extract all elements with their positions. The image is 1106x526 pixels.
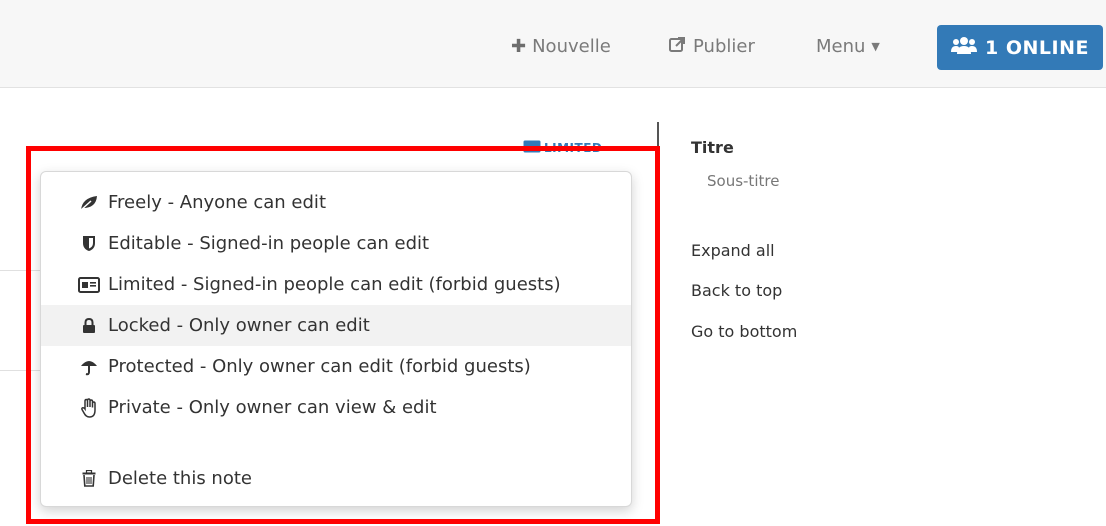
permission-item-label: Editable - Signed-in people can edit	[108, 233, 430, 254]
permission-status-button[interactable]: LIMITED	[523, 140, 602, 156]
permission-item-label: Limited - Signed-in people can edit (for…	[108, 274, 561, 295]
back-to-top-link[interactable]: Back to top	[691, 281, 782, 300]
toc-panel: Titre Sous-titre Expand all Back to top …	[691, 138, 797, 341]
toc-subheading[interactable]: Sous-titre	[707, 172, 779, 190]
editor-rule	[0, 370, 40, 371]
online-users-button[interactable]: 1 ONLINE	[937, 25, 1103, 70]
delete-note-label: Delete this note	[108, 468, 252, 489]
leaf-icon	[77, 195, 101, 211]
permission-item-protected[interactable]: Protected - Only owner can edit (forbid …	[41, 346, 631, 387]
permission-item-label: Private - Only owner can view & edit	[108, 397, 437, 418]
pane-divider	[657, 122, 659, 152]
share-icon	[669, 36, 687, 57]
permission-status-label: LIMITED	[544, 141, 603, 155]
caret-down-icon: ▼	[871, 40, 880, 53]
permission-item-editable[interactable]: Editable - Signed-in people can edit	[41, 223, 631, 264]
permission-item-limited[interactable]: Limited - Signed-in people can edit (for…	[41, 264, 631, 305]
editor-rule	[0, 270, 40, 271]
plus-icon: ✚	[511, 36, 527, 57]
delete-note-item[interactable]: Delete this note	[41, 458, 631, 499]
shield-icon	[77, 235, 101, 252]
umbrella-icon	[77, 358, 101, 376]
id-card-icon	[77, 276, 101, 293]
publish-label: Publier	[693, 36, 755, 57]
go-to-bottom-link[interactable]: Go to bottom	[691, 322, 797, 341]
permission-item-label: Protected - Only owner can edit (forbid …	[108, 356, 531, 377]
top-navbar: ✚ Nouvelle Publier Menu ▼ 1 ONLINE	[0, 0, 1106, 88]
publish-button[interactable]: Publier	[669, 36, 755, 57]
permission-item-label: Locked - Only owner can edit	[108, 315, 370, 336]
id-card-icon	[523, 140, 541, 156]
menu-dropdown-button[interactable]: Menu ▼	[816, 36, 880, 57]
users-icon	[951, 35, 978, 60]
permission-item-private[interactable]: Private - Only owner can view & edit	[41, 387, 631, 428]
online-count-label: 1 ONLINE	[985, 36, 1089, 59]
new-note-button[interactable]: ✚ Nouvelle	[511, 36, 611, 57]
permission-menu: Freely - Anyone can edit Editable - Sign…	[40, 171, 632, 507]
permission-item-freely[interactable]: Freely - Anyone can edit	[41, 182, 631, 223]
hand-icon	[77, 397, 101, 418]
expand-all-link[interactable]: Expand all	[691, 241, 775, 260]
trash-icon	[77, 470, 101, 487]
permission-item-locked[interactable]: Locked - Only owner can edit	[41, 305, 631, 346]
new-note-label: Nouvelle	[532, 36, 611, 57]
lock-icon	[77, 317, 101, 334]
menu-label: Menu	[816, 36, 866, 57]
permission-item-label: Freely - Anyone can edit	[108, 192, 326, 213]
menu-divider	[41, 428, 631, 458]
toc-heading[interactable]: Titre	[691, 138, 779, 157]
